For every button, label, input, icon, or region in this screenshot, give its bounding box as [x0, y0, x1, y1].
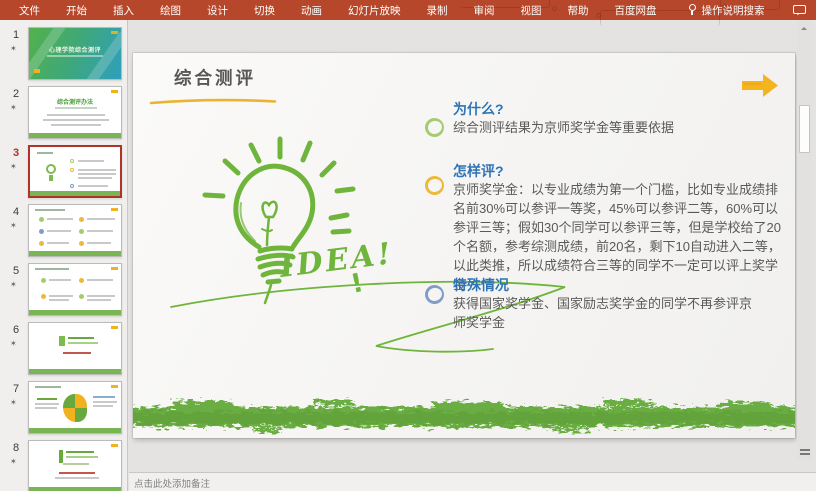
section-body: 综合测评结果为京师奖学金等重要依据 — [453, 118, 790, 137]
thumbnail-row-6: 6 ✶ — [0, 322, 128, 375]
thumbnail-row-2: 2 ✶ 综合测评办法 — [0, 86, 128, 139]
tab-record[interactable]: 录制 — [414, 0, 461, 21]
tab-animations[interactable]: 动画 — [288, 0, 335, 21]
section-heading: 怎样评? — [453, 163, 790, 180]
slide-thumbnail-2[interactable]: 综合测评办法 — [28, 86, 122, 139]
slide-number: 8 — [8, 442, 24, 454]
lightbulb-icon — [688, 4, 697, 16]
gold-ring-icon — [423, 174, 446, 197]
tab-review[interactable]: 审阅 — [461, 0, 508, 21]
slide-thumbnail-7[interactable] — [28, 381, 122, 434]
slide-thumbnail-1[interactable]: 心理学院综合测评 — [28, 27, 122, 80]
title-underline-stroke — [149, 97, 277, 106]
head-silhouette-graphic — [63, 394, 87, 422]
thumbnail-grass — [29, 369, 121, 374]
editing-workspace: 综合测评 — [129, 20, 797, 472]
scrollbar-thumb[interactable] — [799, 105, 810, 153]
ribbon-bar: 文件 开始 插入 绘图 设计 切换 动画 幻灯片放映 录制 审阅 视图 帮助 百… — [0, 0, 816, 20]
powerpoint-window: 文件 开始 插入 绘图 设计 切换 动画 幻灯片放映 录制 审阅 视图 帮助 百… — [0, 0, 816, 491]
vertical-scrollbar[interactable] — [797, 20, 812, 461]
tab-baidu-netdisk[interactable]: 百度网盘 — [602, 0, 670, 21]
tab-help[interactable]: 帮助 — [555, 0, 602, 21]
animation-star-icon: ✶ — [10, 44, 17, 53]
slide-number: 4 — [8, 206, 24, 218]
idea-label: IDEA! — [277, 236, 396, 285]
tell-me-search-label: 操作说明搜索 — [702, 3, 765, 18]
comments-icon[interactable] — [793, 5, 806, 14]
thumbnail-row-3: 3 ✶ — [0, 145, 128, 198]
slide-thumbnail-panel: 1 ✶ 心理学院综合测评 2 ✶ 综合测评办法 — [0, 20, 128, 491]
tab-transitions[interactable]: 切换 — [241, 0, 288, 21]
thumbnail-row-1: 1 ✶ 心理学院综合测评 — [0, 27, 128, 80]
animation-star-icon: ✶ — [10, 162, 17, 171]
thumbnail-grass — [30, 191, 120, 196]
thumbnail-grass — [29, 428, 121, 433]
next-arrow-shape[interactable] — [741, 71, 779, 99]
slide-number: 7 — [8, 383, 24, 395]
animation-star-icon: ✶ — [10, 398, 17, 407]
thumbnail-row-8: 8 ✶ — [0, 440, 128, 491]
thumbnail-row-4: 4 ✶ — [0, 204, 128, 257]
thumbnail-preview: 心理学院综合测评 — [29, 28, 121, 79]
tell-me-search[interactable]: 操作说明搜索 — [688, 3, 765, 18]
scroll-up-arrow-icon[interactable] — [801, 24, 807, 30]
section-why[interactable]: 为什么? 综合测评结果为京师奖学金等重要依据 — [425, 101, 790, 137]
slide-thumbnail-4[interactable] — [28, 204, 122, 257]
section-heading: 为什么? — [453, 101, 790, 118]
thumbnail-grass — [29, 487, 121, 491]
slide-number: 3 — [8, 147, 24, 159]
svg-text:!: ! — [348, 268, 366, 300]
section-body: 获得国家奖学金、国家励志奖学金的同学不再参评京师奖学金 — [453, 294, 755, 332]
thumbnail-row-7: 7 ✶ — [0, 381, 128, 434]
grass-band-graphic — [133, 395, 795, 438]
thumbnail-grass — [29, 310, 121, 315]
slide-thumbnail-8[interactable] — [28, 440, 122, 491]
slide-number: 5 — [8, 265, 24, 277]
slide-thumbnail-5[interactable] — [28, 263, 122, 316]
slide-title[interactable]: 综合测评 — [174, 65, 256, 90]
tab-view[interactable]: 视图 — [508, 0, 555, 21]
animation-star-icon: ✶ — [10, 457, 17, 466]
next-slide-button[interactable] — [799, 447, 811, 457]
tab-draw[interactable]: 绘图 — [147, 0, 194, 21]
section-special[interactable]: 特殊情况 获得国家奖学金、国家励志奖学金的同学不再参评京师奖学金 — [425, 277, 790, 332]
tab-slideshow[interactable]: 幻灯片放映 — [335, 0, 414, 21]
ribbon-tabs: 文件 开始 插入 绘图 设计 切换 动画 幻灯片放映 录制 审阅 视图 帮助 百… — [0, 0, 670, 21]
tab-file[interactable]: 文件 — [6, 0, 53, 21]
thumbnail-grass — [29, 251, 121, 256]
green-ring-icon — [423, 116, 446, 139]
slide-number: 6 — [8, 324, 24, 336]
animation-star-icon: ✶ — [10, 339, 17, 348]
tab-design[interactable]: 设计 — [194, 0, 241, 21]
slide-number: 1 — [8, 29, 24, 41]
tab-insert[interactable]: 插入 — [100, 0, 147, 21]
blue-ring-icon — [423, 283, 446, 306]
thumbnail-title: 综合测评办法 — [29, 97, 121, 106]
thumbnail-row-5: 5 ✶ — [0, 263, 128, 316]
animation-star-icon: ✶ — [10, 280, 17, 289]
tab-home[interactable]: 开始 — [53, 0, 100, 21]
notes-placeholder: 点击此处添加备注 — [134, 479, 210, 490]
section-how[interactable]: 怎样评? 京师奖学金：以专业成绩为第一个门槛，比如专业成绩排名前30%可以参评一… — [425, 163, 790, 294]
section-heading: 特殊情况 — [453, 277, 790, 294]
animation-star-icon: ✶ — [10, 103, 17, 112]
thumbnail-grass — [29, 133, 121, 138]
slide-number: 2 — [8, 88, 24, 100]
slide-thumbnail-6[interactable] — [28, 322, 122, 375]
notes-pane[interactable]: 点击此处添加备注 — [129, 473, 816, 491]
animation-star-icon: ✶ — [10, 221, 17, 230]
slide-canvas[interactable]: 综合测评 — [133, 53, 795, 438]
slide-thumbnail-3-selected[interactable] — [28, 145, 122, 198]
